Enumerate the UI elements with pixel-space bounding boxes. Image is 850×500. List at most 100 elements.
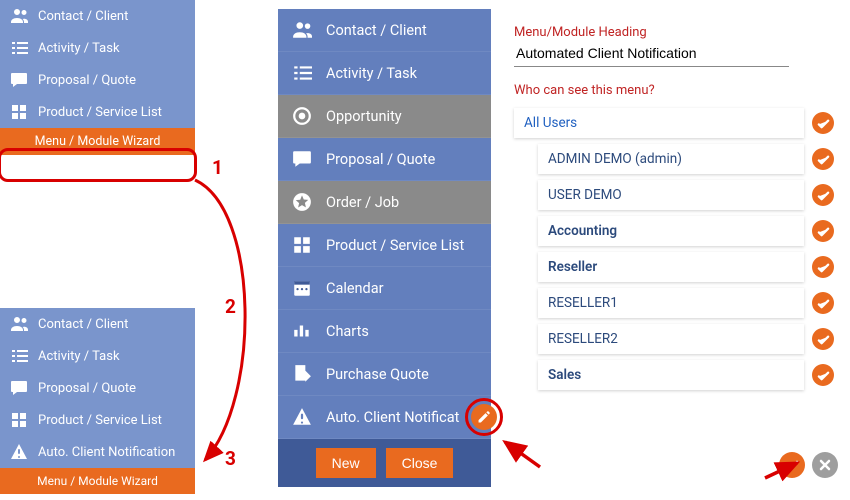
people-icon (292, 20, 312, 40)
perm-row-sales[interactable]: Sales (514, 360, 834, 390)
sidebar-item-label: Product / Service List (38, 413, 162, 428)
wizard-label: Menu / Module Wizard (35, 134, 161, 149)
module-item-opportunity[interactable]: Opportunity (278, 95, 491, 138)
edit-module-button[interactable] (471, 404, 497, 430)
sidebar-item-label: Activity / Task (38, 349, 120, 364)
sidebar-item-product[interactable]: Product / Service List (0, 96, 195, 128)
module-heading-input[interactable] (514, 42, 789, 67)
module-item-calendar[interactable]: Calendar (278, 267, 491, 310)
alert-icon (10, 443, 28, 461)
module-item-label: Calendar (326, 280, 384, 297)
module-item-charts[interactable]: Charts (278, 310, 491, 353)
perm-label: Accounting (538, 216, 804, 246)
sidebar-item-activity[interactable]: Activity / Task (0, 340, 195, 372)
module-item-label: Purchase Quote (326, 366, 429, 383)
sidebar-step1: Contact / Client Activity / Task Proposa… (0, 0, 195, 155)
module-item-label: Activity / Task (326, 65, 417, 82)
wizard-actions: New Close (278, 439, 491, 487)
perm-row-all-users[interactable]: All Users (514, 108, 834, 138)
wizard-label: Menu / Module Wizard (37, 474, 158, 488)
perm-row-reseller2[interactable]: RESELLER2 (514, 324, 834, 354)
settings-actions (779, 452, 838, 478)
star-icon (292, 192, 312, 212)
visibility-label: Who can see this menu? (514, 83, 834, 98)
sidebar-item-contact[interactable]: Contact / Client (0, 308, 195, 340)
sidebar-item-auto-client-notification[interactable]: Auto. Client Notification (0, 436, 195, 468)
bars-icon (292, 321, 312, 341)
perm-row-accounting[interactable]: Accounting (514, 216, 834, 246)
module-item-label: Auto. Client Notificat (326, 409, 459, 426)
close-button[interactable]: Close (386, 448, 454, 478)
cancel-button[interactable] (812, 452, 838, 478)
check-icon[interactable] (812, 220, 834, 242)
new-button[interactable]: New (316, 448, 376, 478)
perm-label: RESELLER2 (538, 324, 804, 354)
check-icon[interactable] (812, 364, 834, 386)
list-icon (292, 63, 312, 83)
sidebar-item-proposal[interactable]: Proposal / Quote (0, 372, 195, 404)
grid-icon (292, 235, 312, 255)
module-item-label: Contact / Client (326, 22, 427, 39)
list-icon (10, 39, 28, 57)
perm-row-user-demo[interactable]: USER DEMO (514, 180, 834, 210)
sidebar-item-label: Proposal / Quote (38, 73, 136, 88)
perm-row-reseller1[interactable]: RESELLER1 (514, 288, 834, 318)
perm-label: Reseller (538, 252, 804, 282)
sidebar-item-label: Proposal / Quote (38, 381, 136, 396)
sidebar-item-activity[interactable]: Activity / Task (0, 32, 195, 64)
menu-module-wizard-button[interactable]: Menu / Module Wizard (0, 128, 195, 155)
check-icon[interactable] (812, 148, 834, 170)
annotation-callout-2: 2 (225, 295, 236, 318)
list-icon (10, 347, 28, 365)
sidebar-item-label: Contact / Client (38, 317, 128, 332)
module-item-label: Proposal / Quote (326, 151, 435, 168)
alert-icon (292, 407, 312, 427)
export-icon (292, 364, 312, 384)
sidebar-item-label: Contact / Client (38, 9, 128, 24)
sidebar-item-label: Activity / Task (38, 41, 120, 56)
confirm-button[interactable] (779, 452, 805, 478)
grid-icon (10, 103, 28, 121)
chat-icon (10, 71, 28, 89)
sidebar-item-proposal[interactable]: Proposal / Quote (0, 64, 195, 96)
target-icon (292, 106, 312, 126)
chat-icon (10, 379, 28, 397)
module-item-label: Product / Service List (326, 237, 464, 254)
heading-label: Menu/Module Heading (514, 25, 834, 40)
perm-label: Sales (538, 360, 804, 390)
calendar-icon (292, 278, 312, 298)
annotation-callout-3: 3 (225, 447, 236, 470)
people-icon (10, 7, 28, 25)
sidebar-item-product[interactable]: Product / Service List (0, 404, 195, 436)
sidebar-step3: Contact / Client Activity / Task Proposa… (0, 308, 195, 494)
grid-icon (10, 411, 28, 429)
module-wizard-panel: Contact / Client Activity / Task Opportu… (278, 9, 491, 487)
chat-icon (292, 149, 312, 169)
module-item-proposal[interactable]: Proposal / Quote (278, 138, 491, 181)
perm-row-admin-demo[interactable]: ADMIN DEMO (admin) (514, 144, 834, 174)
module-item-auto-client-notification[interactable]: Auto. Client Notificat (278, 396, 491, 439)
module-item-product[interactable]: Product / Service List (278, 224, 491, 267)
perm-label: All Users (514, 108, 804, 138)
module-item-label: Opportunity (326, 108, 402, 125)
check-icon[interactable] (812, 328, 834, 350)
annotation-callout-1: 1 (212, 156, 223, 179)
menu-module-wizard-button[interactable]: Menu / Module Wizard (0, 468, 195, 494)
sidebar-item-label: Auto. Client Notification (38, 445, 175, 460)
check-icon[interactable] (812, 292, 834, 314)
module-item-contact[interactable]: Contact / Client (278, 9, 491, 52)
module-item-label: Order / Job (326, 194, 399, 211)
module-item-activity[interactable]: Activity / Task (278, 52, 491, 95)
check-icon[interactable] (812, 184, 834, 206)
module-item-label: Charts (326, 323, 369, 340)
people-icon (10, 315, 28, 333)
perm-label: ADMIN DEMO (admin) (538, 144, 804, 174)
sidebar-item-contact[interactable]: Contact / Client (0, 0, 195, 32)
perm-label: USER DEMO (538, 180, 804, 210)
check-icon[interactable] (812, 112, 834, 134)
module-settings-panel: Menu/Module Heading Who can see this men… (514, 25, 834, 396)
perm-row-reseller[interactable]: Reseller (514, 252, 834, 282)
module-item-purchase-quote[interactable]: Purchase Quote (278, 353, 491, 396)
module-item-order[interactable]: Order / Job (278, 181, 491, 224)
check-icon[interactable] (812, 256, 834, 278)
